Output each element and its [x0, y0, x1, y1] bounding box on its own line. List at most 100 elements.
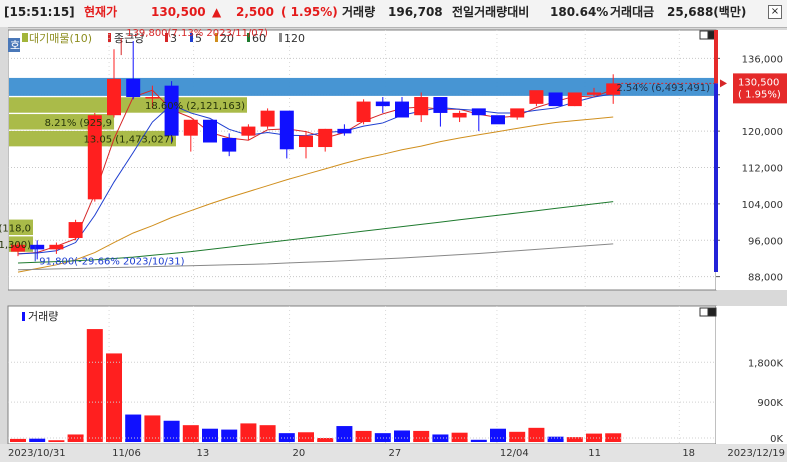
volume-bar-11/23	[355, 430, 372, 442]
quote-bar: [15:51:15] 현재가 130,500 ▲ 2,500 ( 1.95%) …	[0, 0, 787, 28]
candle-body	[471, 108, 486, 116]
candle-11/16	[260, 108, 275, 129]
price-tick-label-0: 136,000	[742, 54, 783, 65]
candle-body	[356, 101, 371, 123]
volume-bar-12/12	[605, 433, 622, 442]
price-tick-label-3: 112,000	[742, 164, 783, 175]
volume-bar-11/03	[86, 329, 103, 442]
candle-body	[395, 101, 409, 118]
date-label-0: 2023/10/31	[8, 448, 66, 459]
volume-close-icon[interactable]	[707, 307, 717, 317]
volume-bar-11/28	[413, 430, 430, 442]
volume-bar-11/01	[48, 440, 65, 442]
corner-label: 호	[10, 39, 20, 52]
date-label-8: 2023/12/19	[727, 448, 785, 459]
legend-profile-swatch	[22, 33, 28, 42]
volume-bar-12/06	[528, 427, 545, 442]
volume-bar-11/21	[317, 438, 334, 442]
candle-body	[567, 92, 582, 107]
legend-volume-profile: 대기매물(10)	[29, 32, 92, 45]
range-bar-up	[714, 30, 718, 84]
up-arrow-icon: ▲	[212, 5, 222, 19]
candle-body	[222, 137, 237, 152]
candle-body	[126, 78, 141, 98]
price-label: 현재가	[84, 5, 118, 19]
low-annotation: 91,800(-29.66% 2023/10/31)	[39, 256, 184, 267]
trade-amount: 25,688(백만)	[667, 5, 747, 19]
date-label-2: 13	[197, 448, 210, 459]
close-button[interactable]: ×	[768, 5, 782, 19]
legend-ma-label-4: 120	[284, 32, 305, 45]
candle-body	[587, 92, 601, 95]
date-label-1: 11/06	[112, 448, 141, 459]
volume-tick-label-0: 1,800K	[748, 358, 784, 369]
volume-bar-12/04	[490, 428, 506, 442]
price-change: 2,500	[236, 5, 274, 19]
date-label-3: 20	[293, 448, 306, 459]
candle-body	[491, 115, 505, 125]
candle-body	[548, 92, 563, 107]
maximize-icon[interactable]	[699, 30, 709, 40]
price-axis-area	[716, 30, 787, 290]
date-label-7: 18	[682, 448, 695, 459]
quote-time: [15:51:15]	[4, 5, 75, 19]
volume-bar-11/10	[182, 425, 199, 442]
volume-bar-12/07	[547, 436, 564, 442]
profile-label-4: 1.05% (118,0	[0, 223, 31, 234]
volume-legend-swatch	[22, 312, 25, 321]
volume-bar-11/27	[394, 430, 410, 442]
candle-11/13	[203, 119, 217, 143]
volume-bar-10/31	[29, 438, 46, 442]
volume-label: 거래량	[342, 5, 376, 19]
volume-bar-11/30	[451, 432, 468, 442]
profile-label-2: 8.21% (925,9	[45, 118, 112, 129]
date-label-5: 12/04	[500, 448, 529, 459]
candle-body	[375, 101, 390, 107]
legend-ma-swatch-4	[279, 33, 282, 42]
candle-body	[299, 135, 313, 148]
date-label-6: 11	[588, 448, 601, 459]
volume-bar-11/20	[298, 432, 314, 442]
profile-label-1: 18.60% (2,121,163)	[145, 101, 245, 112]
volume-axis-area	[716, 306, 787, 444]
volume-value: 196,708	[388, 5, 443, 19]
prev-volume-ratio-label: 전일거래량대비	[452, 5, 530, 19]
price-tick-label-5: 96,000	[748, 236, 783, 247]
price-tick-label-4: 104,000	[742, 200, 783, 211]
volume-bar-11/02	[67, 434, 84, 442]
candle-12/06	[529, 90, 544, 107]
candle-body	[337, 128, 352, 134]
trade-amount-label: 거래대금	[610, 5, 655, 19]
volume-bar-12/01	[470, 439, 487, 442]
volume-tick-label-1: 900K	[757, 398, 783, 409]
volume-bar-11/13	[202, 428, 218, 442]
volume-maximize-icon[interactable]	[699, 307, 709, 317]
date-label-4: 27	[389, 448, 402, 459]
candle-12/08	[567, 92, 582, 107]
volume-title: 거래량	[28, 310, 58, 323]
current-price-tag-change: ( 1.95%)	[738, 89, 781, 100]
chart-canvas: 호 대기매물(10) 종근당 3 5 20 60 120 2.54% (6,493,49…	[0, 27, 787, 462]
candle-body	[30, 244, 45, 250]
candle-12/07	[548, 92, 563, 107]
stock-chart-window: [15:51:15] 현재가 130,500 ▲ 2,500 ( 1.95%) …	[0, 0, 787, 462]
candle-body	[279, 110, 294, 150]
profile-label-5: 1.85% (151,300)	[0, 240, 31, 251]
current-price-tag-value: 130,500	[738, 77, 779, 88]
volume-tick-label-2: 0K	[770, 434, 783, 445]
price-tick-label-2: 120,000	[742, 127, 783, 138]
candle-body	[49, 244, 64, 250]
candle-11/02	[68, 219, 83, 241]
candle-11/23	[356, 99, 371, 125]
profile-label-3: 13.05 (1,473,027)	[83, 135, 174, 146]
candle-body	[414, 97, 429, 116]
volume-bar-11/22	[336, 426, 353, 442]
candle-body	[241, 126, 256, 136]
volume-bar-11/06	[106, 353, 122, 442]
candle-body	[260, 110, 275, 127]
volume-bar-11/09	[163, 420, 180, 442]
candle-body	[318, 128, 333, 148]
candle-body	[510, 108, 525, 118]
candle-body	[183, 119, 198, 136]
candle-body	[203, 119, 217, 143]
